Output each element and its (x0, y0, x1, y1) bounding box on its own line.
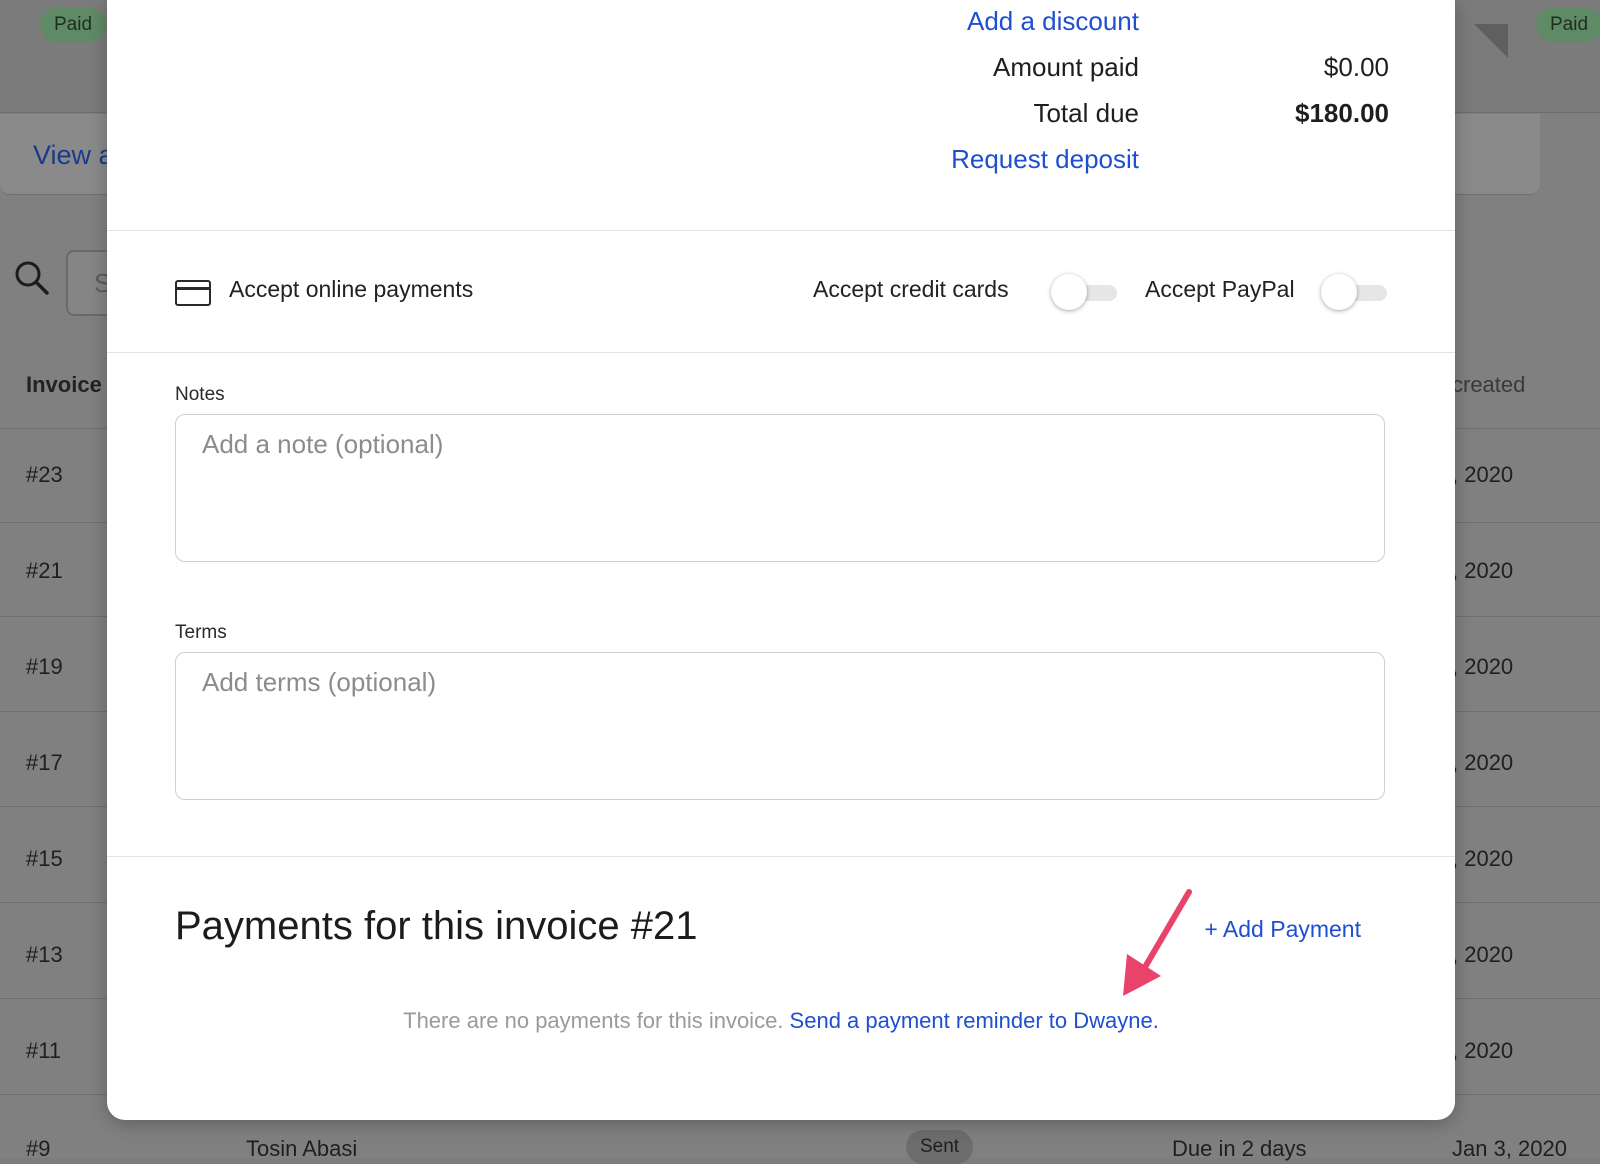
column-header-invoice[interactable]: Invoice (26, 372, 102, 398)
paid-badge: Paid (40, 8, 107, 42)
total-due-label: Total due (1033, 98, 1139, 128)
corner-fold-icon (1474, 24, 1508, 58)
invoice-date: Jan 3, 2020 (1452, 1136, 1567, 1161)
invoice-modal: Add a discount Amount paid $0.00 Total d… (107, 0, 1455, 1120)
view-all-link[interactable]: View a (33, 140, 114, 171)
total-due-value: $180.00 (1295, 98, 1389, 128)
search-icon[interactable] (14, 260, 50, 296)
invoice-number: #9 (26, 1136, 51, 1161)
invoice-number: #17 (26, 750, 63, 775)
invoice-date: , 2020 (1452, 750, 1514, 775)
deposit-row: Request deposit (107, 144, 1455, 184)
section-divider (107, 230, 1455, 231)
no-payments-text: There are no payments for this invoice. (403, 1008, 784, 1033)
terms-input[interactable] (175, 652, 1385, 800)
total-due-row: Total due $180.00 (107, 98, 1455, 138)
toggle-knob (1051, 274, 1087, 310)
online-payments-label: Accept online payments (229, 276, 474, 302)
credit-cards-toggle[interactable] (1051, 274, 1117, 310)
discount-row: Add a discount (107, 6, 1455, 46)
invoice-number: #15 (26, 846, 63, 871)
payments-section-title: Payments for this invoice #21 (175, 904, 698, 948)
section-divider (107, 856, 1455, 857)
annotation-arrow-icon (1123, 889, 1192, 996)
amount-paid-row: Amount paid $0.00 (107, 52, 1455, 92)
paypal-label: Accept PayPal (1145, 276, 1295, 302)
amount-paid-label: Amount paid (993, 52, 1139, 82)
send-reminder-link[interactable]: Send a payment reminder to Dwayne. (790, 1008, 1159, 1033)
toggle-knob (1321, 274, 1357, 310)
paid-badge: Paid (1536, 8, 1600, 42)
invoice-date: , 2020 (1452, 558, 1514, 583)
notes-input[interactable] (175, 414, 1385, 562)
add-payment-button[interactable]: + Add Payment (1204, 916, 1361, 943)
invoice-number: #23 (26, 462, 63, 487)
paypal-toggle[interactable] (1321, 274, 1387, 310)
due-status: Due in 2 days (1172, 1136, 1307, 1161)
invoice-number: #21 (26, 558, 63, 583)
notes-label: Notes (175, 384, 225, 405)
invoice-date: , 2020 (1452, 942, 1514, 967)
invoice-number: #13 (26, 942, 63, 967)
invoice-number: #11 (26, 1038, 62, 1063)
section-divider (107, 352, 1455, 353)
no-payments-message: There are no payments for this invoice. … (107, 1008, 1455, 1034)
column-header-created[interactable]: created (1452, 372, 1525, 398)
online-payments-row: Accept online payments Accept credit car… (107, 232, 1455, 352)
request-deposit-link[interactable]: Request deposit (951, 144, 1139, 175)
client-name: Tosin Abasi (246, 1136, 358, 1161)
invoice-date: , 2020 (1452, 654, 1514, 679)
terms-label: Terms (175, 622, 227, 643)
add-discount-link[interactable]: Add a discount (967, 6, 1139, 37)
credit-cards-label: Accept credit cards (813, 276, 1009, 302)
invoice-date: , 2020 (1452, 1038, 1514, 1063)
amount-paid-value: $0.00 (1323, 52, 1389, 82)
invoice-number: #19 (26, 654, 63, 679)
invoice-date: , 2020 (1452, 846, 1514, 871)
credit-card-icon (175, 280, 211, 306)
status-badge: Sent (906, 1130, 974, 1164)
invoice-date: , 2020 (1452, 462, 1514, 487)
